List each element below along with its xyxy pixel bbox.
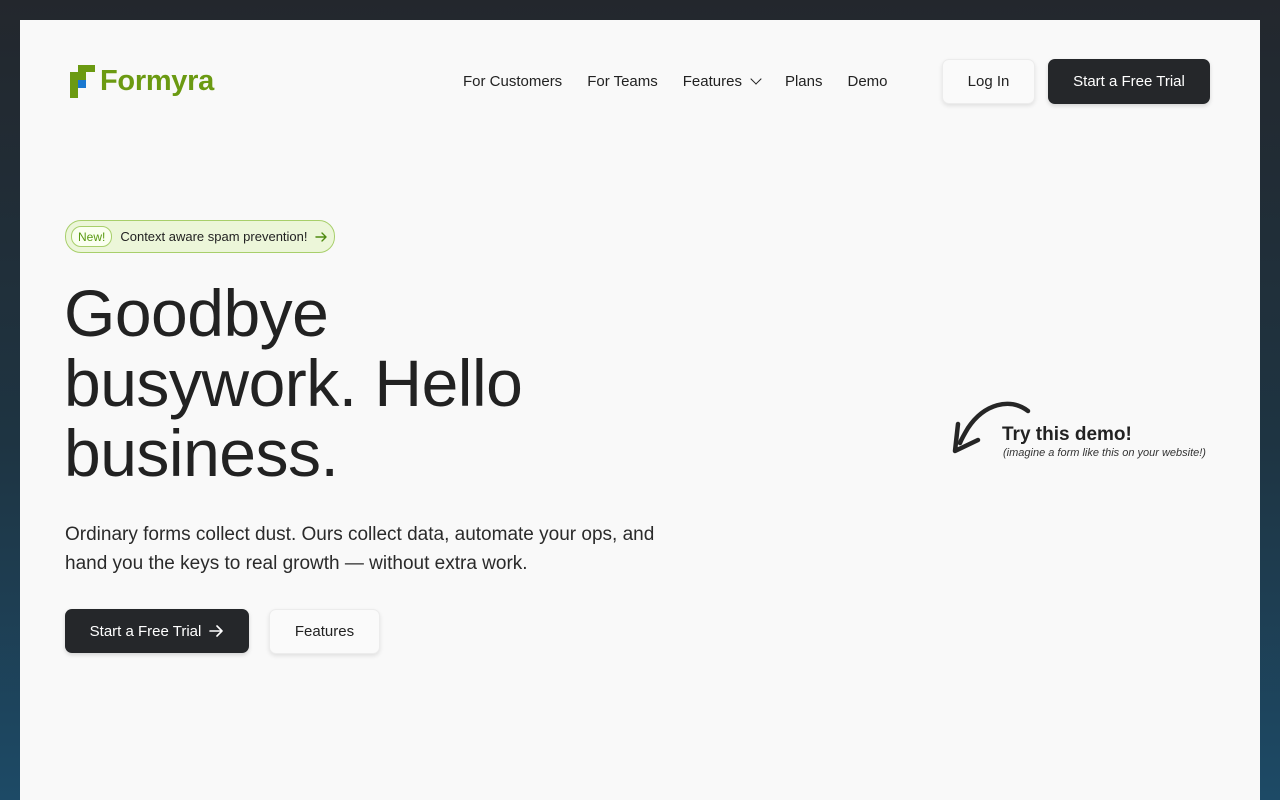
hero-headline: Goodbye busywork. Hello business. [64, 278, 664, 488]
brand-name: Formyra [100, 65, 214, 97]
nav-item-plans[interactable]: Plans [785, 73, 823, 90]
headline-line: Goodbye [64, 276, 329, 350]
arrow-right-icon [209, 624, 224, 638]
page-container: Formyra For Customers For Teams Features… [20, 20, 1260, 800]
chevron-down-icon [750, 72, 762, 85]
main-nav: For Customers For Teams Features Plans D… [463, 70, 888, 92]
nav-item-for-teams[interactable]: For Teams [587, 73, 658, 90]
start-trial-button-header[interactable]: Start a Free Trial [1048, 59, 1210, 104]
headline-line: business. [64, 416, 339, 490]
features-button[interactable]: Features [269, 609, 380, 654]
hero-subtext: Ordinary forms collect dust. Ours collec… [65, 524, 655, 574]
nav-item-demo[interactable]: Demo [848, 73, 888, 90]
demo-subtitle: (imagine a form like this on your websit… [1003, 447, 1206, 459]
start-trial-label: Start a Free Trial [89, 622, 202, 640]
announcement-badge[interactable]: New! Context aware spam prevention! [65, 220, 335, 253]
nav-item-features[interactable]: Features [682, 72, 762, 90]
brand-logo[interactable]: Formyra [70, 65, 214, 98]
nav-item-label: For Teams [587, 72, 658, 90]
nav-item-label: Demo [847, 72, 888, 90]
nav-item-label: For Customers [463, 72, 563, 90]
badge-text: Context aware spam prevention! [120, 229, 308, 244]
nav-item-label: Plans [784, 72, 823, 90]
new-tag: New! [71, 226, 113, 247]
nav-item-label: Features [682, 72, 742, 90]
demo-title: Try this demo! [1002, 424, 1132, 445]
arrow-right-icon [314, 231, 328, 243]
nav-item-for-customers[interactable]: For Customers [463, 73, 562, 90]
headline-line: busywork. Hello [64, 346, 523, 420]
start-trial-button[interactable]: Start a Free Trial [65, 609, 249, 653]
formyra-logo-icon [70, 65, 95, 98]
login-button[interactable]: Log In [942, 59, 1035, 104]
